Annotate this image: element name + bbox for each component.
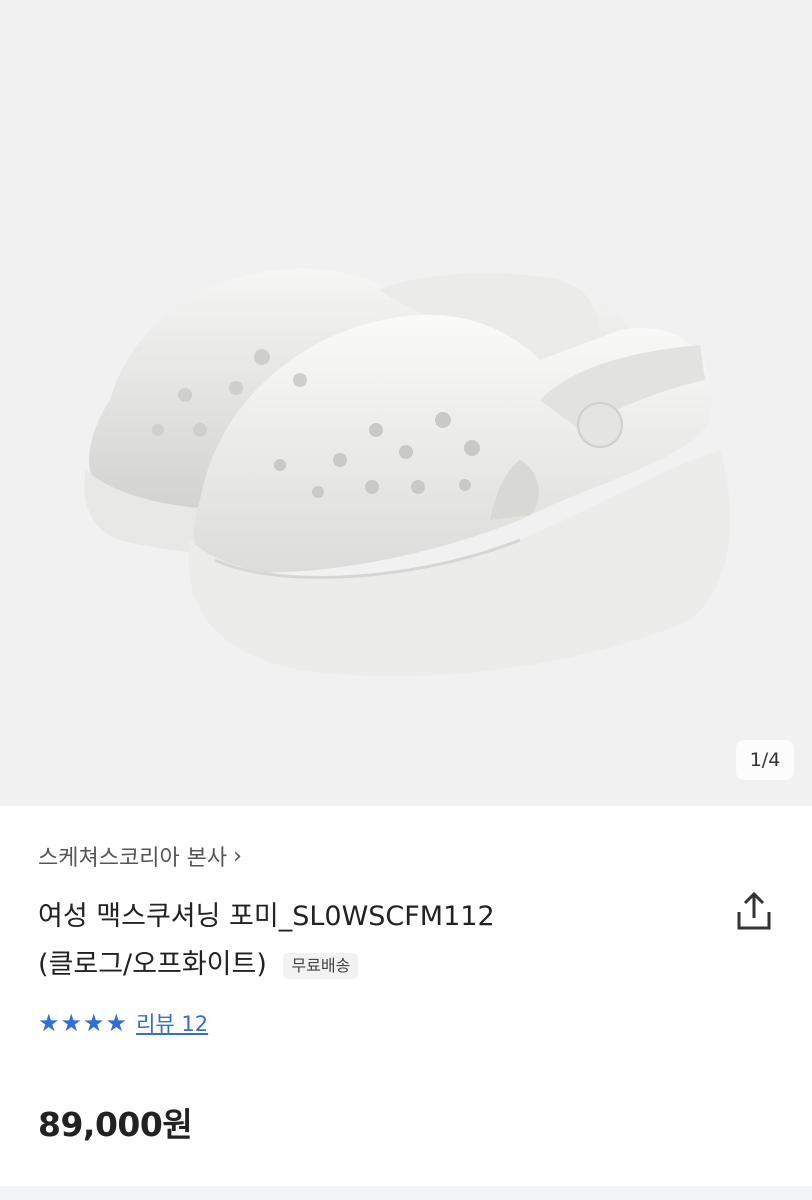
title-line-2: (클로그/오프화이트) xyxy=(38,949,267,980)
brand-link[interactable]: 스케쳐스코리아 본사 › xyxy=(38,840,242,872)
star-rating: ★★★★ xyxy=(38,1009,128,1037)
product-image-gallery[interactable]: 1/4 xyxy=(0,0,812,806)
bottom-divider xyxy=(0,1186,812,1200)
rating-row[interactable]: ★★★★ 리뷰 12 xyxy=(38,1008,208,1038)
star-icon: ★ xyxy=(60,1009,84,1037)
image-counter: 1/4 xyxy=(736,740,794,780)
review-link[interactable]: 리뷰 12 xyxy=(136,1008,208,1038)
share-icon xyxy=(737,891,771,930)
chevron-right-icon: › xyxy=(233,843,242,869)
star-icon: ★ xyxy=(38,1009,61,1037)
free-shipping-badge: 무료배송 xyxy=(283,952,359,979)
star-icon: ★ xyxy=(83,1009,106,1037)
star-icon: ★ xyxy=(105,1009,129,1037)
product-title: 여성 맥스쿠셔닝 포미_SL0WSCFM112 (클로그/오프화이트) 무료배송 xyxy=(38,893,688,989)
brand-name: 스케쳐스코리아 본사 xyxy=(38,846,228,871)
product-image xyxy=(84,268,730,677)
title-line-1: 여성 맥스쿠셔닝 포미_SL0WSCFM112 xyxy=(38,901,495,932)
share-button[interactable] xyxy=(734,890,774,934)
product-price: 89,000원 xyxy=(38,1105,193,1144)
